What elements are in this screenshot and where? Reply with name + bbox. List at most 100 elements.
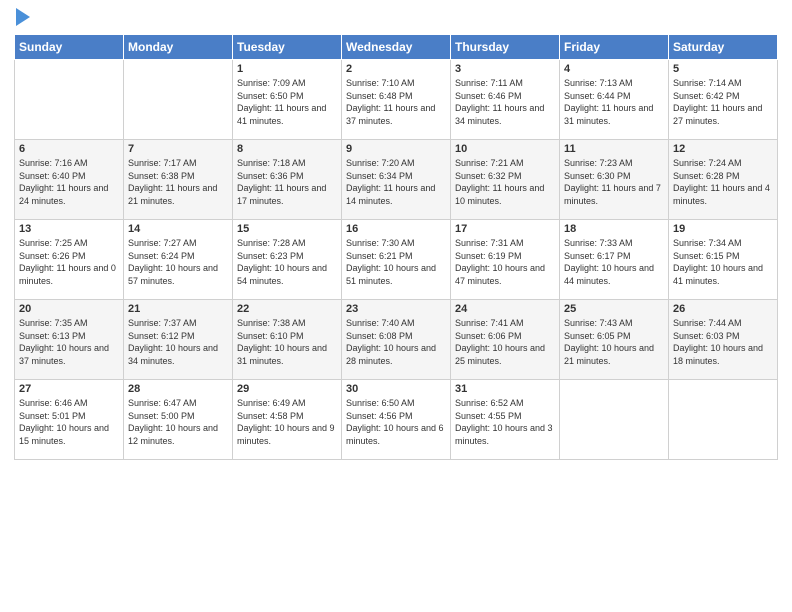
cell-day-number: 30: [346, 383, 446, 395]
cell-day-number: 8: [237, 143, 337, 155]
calendar-day-header: Friday: [560, 35, 669, 60]
calendar-cell: 17 Sunrise: 7:31 AM Sunset: 6:19 PM Dayli…: [451, 220, 560, 300]
cell-info: Sunrise: 6:50 AM Sunset: 4:56 PM Dayligh…: [346, 397, 446, 447]
cell-day-number: 27: [19, 383, 119, 395]
cell-day-number: 15: [237, 223, 337, 235]
cell-info: Sunrise: 7:25 AM Sunset: 6:26 PM Dayligh…: [19, 237, 119, 287]
cell-day-number: 19: [673, 223, 773, 235]
calendar-cell: [560, 380, 669, 460]
cell-day-number: 29: [237, 383, 337, 395]
cell-info: Sunrise: 7:35 AM Sunset: 6:13 PM Dayligh…: [19, 317, 119, 367]
calendar-cell: 12Sunrise: 7:24 AM Sunset: 6:28 PM Dayli…: [669, 140, 778, 220]
cell-info: Sunrise: 7:37 AM Sunset: 6:12 PM Dayligh…: [128, 317, 228, 367]
cell-info: Sunrise: 7:16 AM Sunset: 6:40 PM Dayligh…: [19, 157, 119, 207]
calendar-week-row: 13 Sunrise: 7:25 AM Sunset: 6:26 PM Dayli…: [15, 220, 778, 300]
calendar-day-header: Wednesday: [342, 35, 451, 60]
calendar-cell: 11 Sunrise: 7:23 AM Sunset: 6:30 PM Dayli…: [560, 140, 669, 220]
calendar-cell: 20 Sunrise: 7:35 AM Sunset: 6:13 PM Dayli…: [15, 300, 124, 380]
calendar-cell: 16 Sunrise: 7:30 AM Sunset: 6:21 PM Dayli…: [342, 220, 451, 300]
cell-info: Sunrise: 7:43 AM Sunset: 6:05 PM Dayligh…: [564, 317, 664, 367]
cell-info: Sunrise: 7:14 AM Sunset: 6:42 PM Dayligh…: [673, 77, 773, 127]
cell-day-number: 13: [19, 223, 119, 235]
cell-day-number: 9: [346, 143, 446, 155]
cell-info: Sunrise: 7:33 AM Sunset: 6:17 PM Dayligh…: [564, 237, 664, 287]
logo: [14, 10, 30, 26]
cell-info: Sunrise: 7:20 AM Sunset: 6:34 PM Dayligh…: [346, 157, 446, 207]
cell-info: Sunrise: 7:30 AM Sunset: 6:21 PM Dayligh…: [346, 237, 446, 287]
cell-day-number: 3: [455, 63, 555, 75]
calendar-cell: 5 Sunrise: 7:14 AM Sunset: 6:42 PM Daylig…: [669, 60, 778, 140]
cell-day-number: 17: [455, 223, 555, 235]
calendar-cell: 21Sunrise: 7:37 AM Sunset: 6:12 PM Dayli…: [124, 300, 233, 380]
calendar-header-row: SundayMondayTuesdayWednesdayThursdayFrid…: [15, 35, 778, 60]
calendar-cell: 6Sunrise: 7:16 AM Sunset: 6:40 PM Daylig…: [15, 140, 124, 220]
calendar-cell: 8Sunrise: 7:18 AM Sunset: 6:36 PM Daylig…: [233, 140, 342, 220]
cell-info: Sunrise: 7:17 AM Sunset: 6:38 PM Dayligh…: [128, 157, 228, 207]
cell-info: Sunrise: 6:46 AM Sunset: 5:01 PM Dayligh…: [19, 397, 119, 447]
calendar-cell: 4 Sunrise: 7:13 AM Sunset: 6:44 PM Daylig…: [560, 60, 669, 140]
calendar-cell: 18 Sunrise: 7:33 AM Sunset: 6:17 PM Dayli…: [560, 220, 669, 300]
cell-day-number: 5: [673, 63, 773, 75]
cell-day-number: 28: [128, 383, 228, 395]
calendar-cell: 29Sunrise: 6:49 AM Sunset: 4:58 PM Dayli…: [233, 380, 342, 460]
calendar-cell: 31 Sunrise: 6:52 AM Sunset: 4:55 PM Dayli…: [451, 380, 560, 460]
calendar-day-header: Thursday: [451, 35, 560, 60]
calendar-cell: 3 Sunrise: 7:11 AM Sunset: 6:46 PM Daylig…: [451, 60, 560, 140]
calendar-cell: 26 Sunrise: 7:44 AM Sunset: 6:03 PM Dayli…: [669, 300, 778, 380]
cell-info: Sunrise: 7:23 AM Sunset: 6:30 PM Dayligh…: [564, 157, 664, 207]
calendar-cell: 22 Sunrise: 7:38 AM Sunset: 6:10 PM Dayli…: [233, 300, 342, 380]
calendar-cell: 27 Sunrise: 6:46 AM Sunset: 5:01 PM Dayli…: [15, 380, 124, 460]
cell-day-number: 1: [237, 63, 337, 75]
cell-day-number: 16: [346, 223, 446, 235]
cell-info: Sunrise: 7:13 AM Sunset: 6:44 PM Dayligh…: [564, 77, 664, 127]
cell-day-number: 24: [455, 303, 555, 315]
calendar-day-header: Monday: [124, 35, 233, 60]
cell-info: Sunrise: 7:38 AM Sunset: 6:10 PM Dayligh…: [237, 317, 337, 367]
calendar-cell: 13 Sunrise: 7:25 AM Sunset: 6:26 PM Dayli…: [15, 220, 124, 300]
logo-arrow-icon: [16, 8, 30, 26]
cell-info: Sunrise: 7:31 AM Sunset: 6:19 PM Dayligh…: [455, 237, 555, 287]
cell-info: Sunrise: 6:47 AM Sunset: 5:00 PM Dayligh…: [128, 397, 228, 447]
cell-info: Sunrise: 7:11 AM Sunset: 6:46 PM Dayligh…: [455, 77, 555, 127]
cell-day-number: 4: [564, 63, 664, 75]
calendar-week-row: 20 Sunrise: 7:35 AM Sunset: 6:13 PM Dayli…: [15, 300, 778, 380]
calendar-cell: [669, 380, 778, 460]
cell-day-number: 20: [19, 303, 119, 315]
cell-day-number: 22: [237, 303, 337, 315]
calendar-cell: 19Sunrise: 7:34 AM Sunset: 6:15 PM Dayli…: [669, 220, 778, 300]
cell-day-number: 14: [128, 223, 228, 235]
cell-info: Sunrise: 6:52 AM Sunset: 4:55 PM Dayligh…: [455, 397, 555, 447]
cell-info: Sunrise: 7:27 AM Sunset: 6:24 PM Dayligh…: [128, 237, 228, 287]
cell-info: Sunrise: 7:10 AM Sunset: 6:48 PM Dayligh…: [346, 77, 446, 127]
calendar-day-header: Sunday: [15, 35, 124, 60]
cell-day-number: 7: [128, 143, 228, 155]
calendar-week-row: 6Sunrise: 7:16 AM Sunset: 6:40 PM Daylig…: [15, 140, 778, 220]
cell-day-number: 23: [346, 303, 446, 315]
cell-day-number: 11: [564, 143, 664, 155]
cell-day-number: 26: [673, 303, 773, 315]
calendar-cell: 28 Sunrise: 6:47 AM Sunset: 5:00 PM Dayli…: [124, 380, 233, 460]
calendar-cell: 9 Sunrise: 7:20 AM Sunset: 6:34 PM Daylig…: [342, 140, 451, 220]
calendar-cell: 25Sunrise: 7:43 AM Sunset: 6:05 PM Dayli…: [560, 300, 669, 380]
cell-day-number: 31: [455, 383, 555, 395]
cell-info: Sunrise: 7:24 AM Sunset: 6:28 PM Dayligh…: [673, 157, 773, 207]
calendar-cell: 1Sunrise: 7:09 AM Sunset: 6:50 PM Daylig…: [233, 60, 342, 140]
cell-info: Sunrise: 7:44 AM Sunset: 6:03 PM Dayligh…: [673, 317, 773, 367]
calendar-day-header: Tuesday: [233, 35, 342, 60]
calendar-cell: 15 Sunrise: 7:28 AM Sunset: 6:23 PM Dayli…: [233, 220, 342, 300]
calendar-cell: [15, 60, 124, 140]
calendar-cell: 24Sunrise: 7:41 AM Sunset: 6:06 PM Dayli…: [451, 300, 560, 380]
cell-info: Sunrise: 7:28 AM Sunset: 6:23 PM Dayligh…: [237, 237, 337, 287]
cell-day-number: 18: [564, 223, 664, 235]
page: SundayMondayTuesdayWednesdayThursdayFrid…: [0, 0, 792, 612]
calendar-table: SundayMondayTuesdayWednesdayThursdayFrid…: [14, 34, 778, 460]
calendar-cell: 10Sunrise: 7:21 AM Sunset: 6:32 PM Dayli…: [451, 140, 560, 220]
cell-info: Sunrise: 7:40 AM Sunset: 6:08 PM Dayligh…: [346, 317, 446, 367]
calendar-cell: 2Sunrise: 7:10 AM Sunset: 6:48 PM Daylig…: [342, 60, 451, 140]
calendar-cell: 23 Sunrise: 7:40 AM Sunset: 6:08 PM Dayli…: [342, 300, 451, 380]
calendar-cell: [124, 60, 233, 140]
calendar-week-row: 27 Sunrise: 6:46 AM Sunset: 5:01 PM Dayli…: [15, 380, 778, 460]
cell-day-number: 10: [455, 143, 555, 155]
calendar-cell: 14 Sunrise: 7:27 AM Sunset: 6:24 PM Dayli…: [124, 220, 233, 300]
calendar-cell: 7 Sunrise: 7:17 AM Sunset: 6:38 PM Daylig…: [124, 140, 233, 220]
